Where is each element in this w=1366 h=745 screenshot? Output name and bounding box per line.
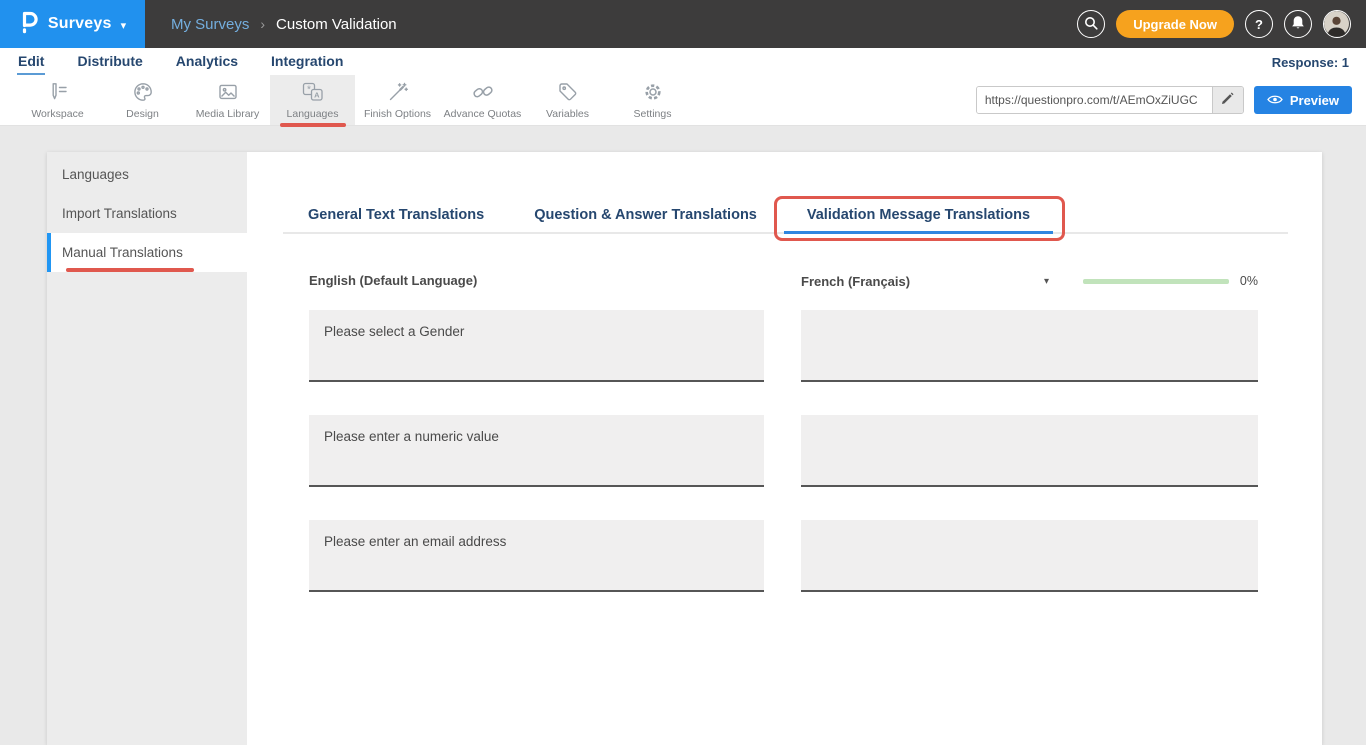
tab-general-text-translations[interactable]: General Text Translations bbox=[283, 202, 509, 232]
toolbar-label: Advance Quotas bbox=[444, 108, 522, 120]
languages-sidebar: Languages Import Translations Manual Tra… bbox=[47, 152, 247, 745]
svg-text:A: A bbox=[314, 90, 320, 99]
translation-row: Please select a Gender bbox=[309, 310, 1288, 382]
source-text-email: Please enter an email address bbox=[309, 520, 764, 592]
translation-progress-bar bbox=[1083, 279, 1229, 284]
toolbar-label: Languages bbox=[287, 108, 339, 120]
sidebar-item-languages[interactable]: Languages bbox=[47, 155, 247, 194]
search-icon bbox=[1084, 16, 1098, 33]
translation-tab-row: General Text Translations Question & Ans… bbox=[283, 202, 1288, 234]
upgrade-now-button[interactable]: Upgrade Now bbox=[1116, 10, 1234, 38]
tab-distribute[interactable]: Distribute bbox=[76, 50, 143, 75]
breadcrumb-separator: › bbox=[260, 16, 265, 32]
workspace-icon bbox=[47, 81, 69, 103]
toolbar-item-workspace[interactable]: Workspace bbox=[15, 75, 100, 125]
sidebar-item-manual-translations[interactable]: Manual Translations bbox=[47, 233, 247, 272]
finish-options-icon bbox=[387, 81, 409, 103]
translation-input-gender[interactable] bbox=[801, 310, 1258, 382]
translations-panel: Languages Import Translations Manual Tra… bbox=[47, 152, 1322, 745]
target-language-select[interactable]: French (Français) ▾ bbox=[801, 274, 1049, 289]
media-library-icon bbox=[217, 81, 239, 103]
toolbar-item-advance-quotas[interactable]: Advance Quotas bbox=[440, 75, 525, 125]
survey-url-box bbox=[976, 86, 1244, 114]
toolbar-item-settings[interactable]: Settings bbox=[610, 75, 695, 125]
tab-integration[interactable]: Integration bbox=[270, 50, 344, 75]
preview-label: Preview bbox=[1290, 93, 1339, 108]
source-text-gender: Please select a Gender bbox=[309, 310, 764, 382]
edit-toolbar: Workspace Design Media Library * bbox=[0, 75, 1366, 126]
svg-text:*: * bbox=[307, 84, 311, 95]
tab-analytics[interactable]: Analytics bbox=[175, 50, 239, 75]
search-button[interactable] bbox=[1077, 10, 1105, 38]
toolbar-label: Variables bbox=[546, 108, 589, 120]
annotation-underline-languages bbox=[280, 123, 346, 127]
questionpro-logo-icon bbox=[19, 10, 39, 39]
product-label: Surveys bbox=[48, 15, 112, 33]
question-mark-icon: ? bbox=[1255, 17, 1263, 32]
source-text-numeric: Please enter a numeric value bbox=[309, 415, 764, 487]
target-language-value: French (Français) bbox=[801, 274, 910, 289]
source-language-header: English (Default Language) bbox=[309, 273, 477, 288]
settings-icon bbox=[642, 81, 664, 103]
edit-url-button[interactable] bbox=[1212, 87, 1243, 113]
toolbar-label: Media Library bbox=[196, 108, 260, 120]
top-bar: Surveys ▾ My Surveys › Custom Validation… bbox=[0, 0, 1366, 48]
bell-icon bbox=[1291, 15, 1305, 33]
product-menu[interactable]: Surveys ▾ bbox=[0, 0, 145, 48]
tab-edit[interactable]: Edit bbox=[17, 50, 45, 75]
topbar-actions: Upgrade Now ? bbox=[1077, 10, 1366, 38]
translation-rows: Please select a Gender Please enter a nu… bbox=[309, 310, 1288, 592]
chevron-down-icon: ▾ bbox=[1044, 276, 1049, 287]
toolbar-label: Finish Options bbox=[364, 108, 431, 120]
notifications-button[interactable] bbox=[1284, 10, 1312, 38]
variables-icon bbox=[557, 81, 579, 103]
translation-input-email[interactable] bbox=[801, 520, 1258, 592]
preview-button[interactable]: Preview bbox=[1254, 86, 1352, 114]
breadcrumb-my-surveys[interactable]: My Surveys bbox=[171, 16, 249, 33]
tab-question-answer-translations[interactable]: Question & Answer Translations bbox=[509, 202, 782, 232]
translation-input-numeric[interactable] bbox=[801, 415, 1258, 487]
tab-validation-message-translations[interactable]: Validation Message Translations bbox=[782, 202, 1055, 232]
sidebar-item-import-translations[interactable]: Import Translations bbox=[47, 194, 247, 233]
pencil-icon bbox=[1221, 92, 1234, 108]
toolbar-label: Design bbox=[126, 108, 159, 120]
translation-progress-percent: 0% bbox=[1240, 274, 1258, 288]
annotation-underline-manual-translations bbox=[66, 268, 194, 272]
user-avatar[interactable] bbox=[1323, 10, 1351, 38]
sidebar-item-label: Manual Translations bbox=[62, 245, 183, 260]
toolbar-item-variables[interactable]: Variables bbox=[525, 75, 610, 125]
language-columns-header: English (Default Language) French (Franç… bbox=[309, 272, 1288, 290]
toolbar-item-media-library[interactable]: Media Library bbox=[185, 75, 270, 125]
active-tab-underline bbox=[784, 231, 1053, 234]
help-button[interactable]: ? bbox=[1245, 10, 1273, 38]
tab-label: Validation Message Translations bbox=[807, 207, 1030, 223]
response-count: Response: 1 bbox=[1272, 55, 1349, 75]
advance-quotas-icon bbox=[471, 81, 495, 103]
breadcrumb-current: Custom Validation bbox=[276, 16, 397, 33]
eye-icon bbox=[1267, 93, 1283, 108]
design-icon bbox=[132, 81, 154, 103]
chevron-down-icon: ▾ bbox=[121, 19, 127, 32]
translation-row: Please enter a numeric value bbox=[309, 415, 1288, 487]
toolbar-item-finish-options[interactable]: Finish Options bbox=[355, 75, 440, 125]
survey-url-input[interactable] bbox=[977, 87, 1212, 113]
toolbar-label: Settings bbox=[634, 108, 672, 120]
toolbar-label: Workspace bbox=[31, 108, 83, 120]
translation-row: Please enter an email address bbox=[309, 520, 1288, 592]
toolbar-right: Preview bbox=[976, 86, 1352, 114]
languages-icon: * A bbox=[301, 81, 325, 103]
breadcrumb: My Surveys › Custom Validation bbox=[171, 16, 397, 33]
toolbar-item-design[interactable]: Design bbox=[100, 75, 185, 125]
manual-translations-content: General Text Translations Question & Ans… bbox=[247, 152, 1322, 745]
toolbar-item-languages[interactable]: * A Languages bbox=[270, 75, 355, 125]
survey-nav-bar: Edit Distribute Analytics Integration Re… bbox=[0, 48, 1366, 75]
